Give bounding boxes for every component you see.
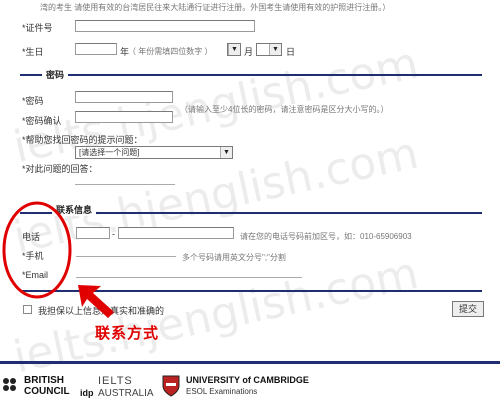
birth-month-select[interactable]: ▼ [227, 43, 241, 56]
confirm-checkbox[interactable] [23, 305, 32, 314]
id-number-input[interactable] [75, 20, 255, 32]
british-council-line2: COUNCIL [24, 386, 70, 397]
month-unit: 月 [244, 47, 254, 57]
id-label: *证件号 [22, 23, 53, 33]
british-council-dots-icon [3, 378, 16, 391]
question-select[interactable]: [请选择一个问题] ▼ [75, 146, 233, 159]
mobile-label: *手机 [22, 251, 44, 261]
phone-hint: 请在您的电话号码前加区号，如：010-65906903 [240, 232, 412, 241]
chevron-down-icon: ▼ [228, 44, 240, 55]
password-section-divider [20, 74, 482, 76]
cambridge-esol-logo: UNIVERSITY of CAMBRIDGE ESOL Examination… [162, 373, 312, 403]
submit-button[interactable]: 提交 [452, 301, 484, 317]
password-confirm-input[interactable] [75, 111, 173, 123]
question-select-value: [请选择一个问题] [79, 148, 140, 157]
phone-number-input[interactable] [118, 227, 234, 239]
cambridge-line1: UNIVERSITY of CAMBRIDGE [186, 375, 309, 385]
contact-section-title: 联系信息 [52, 203, 97, 216]
cambridge-line2: ESOL Examinations [186, 387, 258, 396]
email-label: *Email [22, 270, 49, 280]
phone-separator: - [112, 229, 115, 239]
footer-divider [0, 361, 500, 364]
confirm-divider [20, 290, 482, 292]
chevron-down-icon: ▼ [220, 147, 232, 158]
year-hint: （ 年份需填四位数字 ） [128, 47, 213, 56]
birth-year-input[interactable] [75, 43, 117, 55]
password-hint: （请输入至少4位长的密码，请注意密码是区分大小写的。） [180, 105, 389, 114]
birth-day-select[interactable]: ▼ [256, 43, 282, 56]
birth-label: *生日 [22, 47, 44, 57]
australia-wordmark: AUSTRALIA [98, 388, 154, 399]
ielts-wordmark: IELTS [98, 375, 133, 387]
chevron-down-icon: ▼ [269, 44, 281, 55]
ielts-idp-logo: idp IELTS AUSTRALIA [80, 373, 154, 403]
answer-input[interactable] [75, 172, 175, 185]
confirm-text: 我担保以上信息是真实和准确的 [38, 306, 165, 316]
annotation-label: 联系方式 [95, 325, 160, 342]
mobile-input[interactable] [76, 244, 176, 257]
question-label: *帮助您找回密码的提示问题： [22, 135, 143, 145]
idp-mark: idp [80, 388, 94, 398]
cambridge-shield-icon [162, 375, 180, 397]
password-input[interactable] [75, 91, 173, 103]
british-council-line1: BRITISH [24, 375, 64, 386]
phone-area-code-input[interactable] [76, 227, 110, 239]
mobile-hint: 多个号码请用英文分号";"分割 [182, 253, 286, 262]
day-unit: 日 [286, 47, 296, 57]
password-confirm-label: *密码确认 [22, 116, 62, 126]
email-input[interactable] [76, 265, 302, 278]
password-section-title: 密码 [42, 68, 69, 81]
phone-label: 电话 [22, 232, 41, 242]
top-note: 湾的考生 请使用有效的台湾居民往来大陆通行证进行注册。外国考生请使用有效的护照进… [40, 3, 391, 12]
password-label: *密码 [22, 96, 44, 106]
